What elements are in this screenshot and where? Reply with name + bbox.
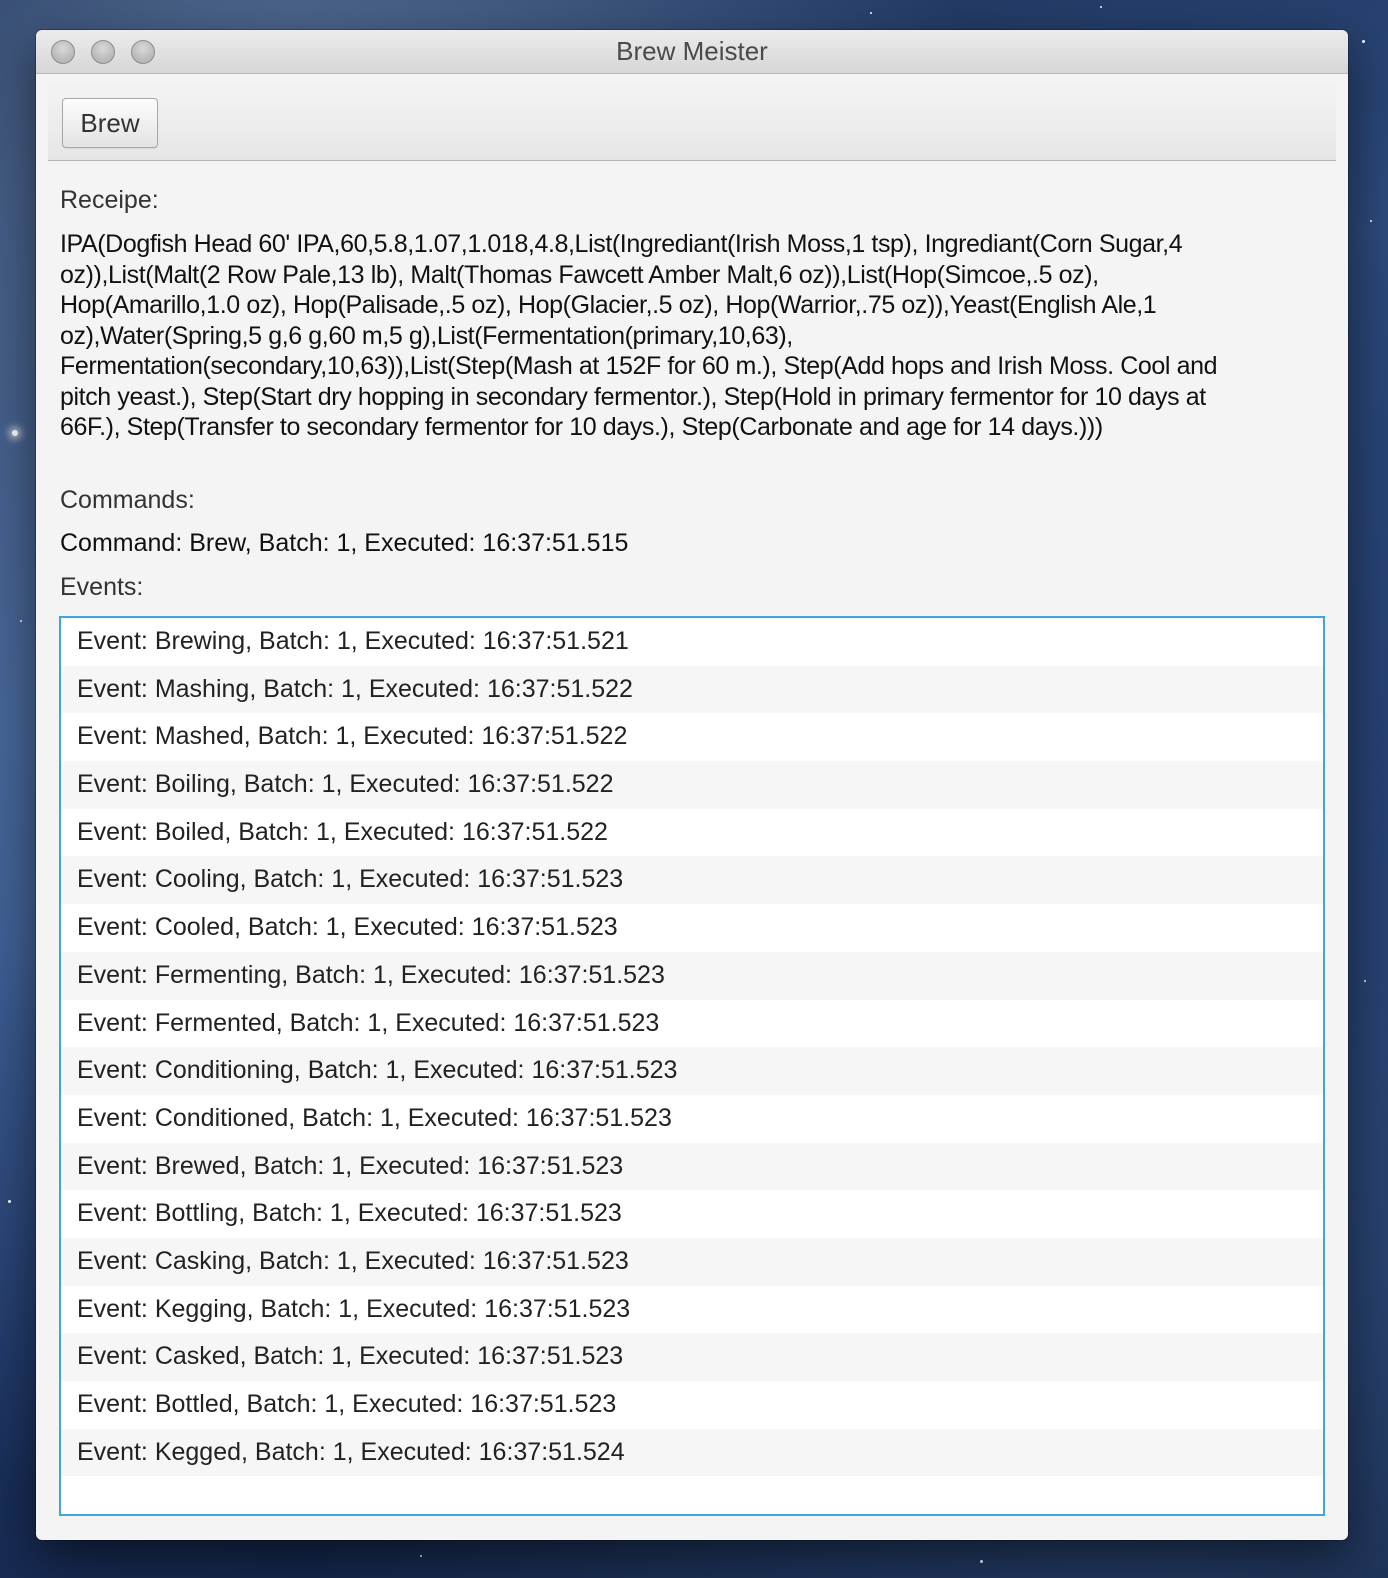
events-label: Events: — [60, 573, 144, 601]
recipe-text: IPA(Dogfish Head 60' IPA,60,5.8,1.07,1.0… — [60, 230, 1218, 441]
commands-label: Commands: — [60, 486, 195, 514]
event-list-item[interactable]: Event: Fermenting, Batch: 1, Executed: 1… — [61, 951, 1323, 1000]
brew-button[interactable]: Brew — [62, 98, 158, 148]
star — [1364, 980, 1366, 982]
event-list-item[interactable]: Event: Casked, Batch: 1, Executed: 16:37… — [61, 1333, 1323, 1381]
event-list-item[interactable]: Event: Mashing, Batch: 1, Executed: 16:3… — [61, 665, 1323, 714]
events-list[interactable]: Event: Brewing, Batch: 1, Executed: 16:3… — [59, 616, 1325, 1516]
event-list-item[interactable]: Event: Boiled, Batch: 1, Executed: 16:37… — [61, 809, 1323, 857]
title-bar[interactable]: Brew Meister — [36, 30, 1348, 74]
toolbar: Brew — [48, 74, 1336, 161]
event-list-item[interactable]: Event: Conditioned, Batch: 1, Executed: … — [61, 1095, 1323, 1143]
star — [12, 430, 18, 436]
star — [20, 620, 22, 622]
recipe-label: Receipe: — [60, 186, 159, 214]
window-title: Brew Meister — [616, 36, 768, 66]
event-list-item[interactable]: Event: Conditioning, Batch: 1, Executed:… — [61, 1047, 1323, 1095]
star — [8, 1200, 11, 1203]
star — [980, 1560, 983, 1563]
event-list-item[interactable]: Event: Boiling, Batch: 1, Executed: 16:3… — [61, 761, 1323, 809]
event-list-item[interactable]: Event: Cooling, Batch: 1, Executed: 16:3… — [61, 856, 1323, 905]
star — [1370, 220, 1372, 222]
app-window: Brew Meister Brew Receipe: IPA(Dogfish H… — [36, 30, 1348, 1540]
event-list-item[interactable]: Event: Bottling, Batch: 1, Executed: 16:… — [61, 1190, 1323, 1238]
star — [1100, 6, 1102, 8]
event-list-item[interactable]: Event: Bottled, Batch: 1, Executed: 16:3… — [61, 1381, 1323, 1429]
event-list-item[interactable]: Event: Brewing, Batch: 1, Executed: 16:3… — [61, 618, 1323, 666]
event-list-item[interactable]: Event: Brewed, Batch: 1, Executed: 16:37… — [61, 1142, 1323, 1191]
star — [1362, 40, 1365, 43]
event-list-item[interactable]: Event: Cooled, Batch: 1, Executed: 16:37… — [61, 904, 1323, 952]
event-list-item[interactable]: Event: Fermented, Batch: 1, Executed: 16… — [61, 1000, 1323, 1048]
event-list-item[interactable]: Event: Kegged, Batch: 1, Executed: 16:37… — [61, 1428, 1323, 1477]
command-entry: Command: Brew, Batch: 1, Executed: 16:37… — [60, 529, 629, 557]
event-list-item[interactable]: Event: Kegging, Batch: 1, Executed: 16:3… — [61, 1286, 1323, 1334]
event-list-item[interactable]: Event: Mashed, Batch: 1, Executed: 16:37… — [61, 713, 1323, 761]
star — [420, 1555, 422, 1557]
event-list-item[interactable]: Event: Casking, Batch: 1, Executed: 16:3… — [61, 1237, 1323, 1286]
star — [870, 12, 872, 14]
